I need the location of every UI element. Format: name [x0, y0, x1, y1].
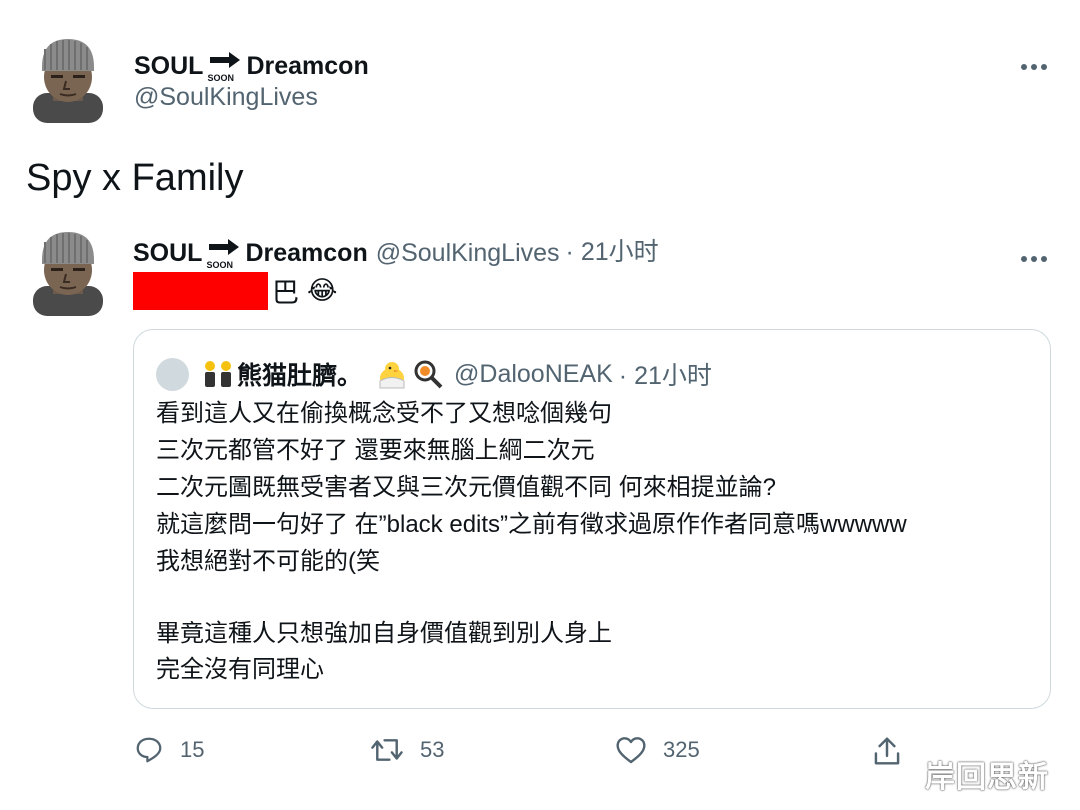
reply-text-char: 巴 [272, 278, 299, 308]
reply-author-name-right: Dreamcon [245, 239, 368, 267]
reply-text: 巴 😂 [133, 271, 337, 310]
reply-avatar[interactable] [33, 230, 103, 316]
quoted-author-name: 熊猫肚臍。 [237, 362, 363, 390]
author-name[interactable]: SOUL SOON Dreamcon [134, 45, 369, 83]
magnifier-icon [414, 360, 443, 389]
like-count: 325 [663, 737, 700, 762]
arrow-soon-icon: SOON [207, 51, 243, 83]
quoted-avatar [156, 357, 189, 391]
retweet-button[interactable]: 53 [370, 735, 444, 765]
soon-label: SOON [206, 260, 233, 270]
reply-count: 15 [180, 737, 205, 762]
tweet-text: Spy x Family [26, 157, 244, 199]
heart-icon [616, 737, 646, 764]
share-button[interactable] [872, 735, 918, 767]
quoted-author-handle: @DalooNEAK [454, 359, 613, 388]
soon-label: SOON [207, 73, 234, 83]
author-avatar[interactable] [33, 37, 103, 123]
author-name-left: SOUL [134, 52, 204, 80]
reply-button[interactable]: 15 [134, 735, 204, 765]
reply-author-name-left: SOUL [133, 239, 203, 267]
more-icon[interactable] [1020, 240, 1048, 271]
reply-icon [136, 737, 162, 763]
quoted-text-line: 我想絕對不可能的(笑 [156, 548, 380, 575]
quoted-author-line[interactable]: 熊猫肚臍。 @DalooNEAK · 21小时 [156, 356, 712, 392]
like-button[interactable]: 325 [615, 735, 700, 765]
author-handle[interactable]: @SoulKingLives [134, 83, 318, 112]
reply-timestamp[interactable]: · 21小时 [566, 232, 659, 268]
quoted-text-line: 就這麼問一句好了 在”black edits”之前有徵求過原作作者同意嗎wwww… [156, 511, 907, 538]
quoted-text-line: 畢竟這種人只想強加自身價值觀到別人身上 [156, 620, 612, 647]
quoted-text-line: 看到這人又在偷換概念受不了又想唸個幾句 [156, 400, 612, 427]
tears-of-joy-icon: 😂 [307, 275, 338, 305]
more-icon[interactable] [1020, 48, 1048, 79]
retweet-count: 53 [420, 737, 445, 762]
reply-author-handle[interactable]: @SoulKingLives [376, 239, 560, 268]
reply-author-line[interactable]: SOUL SOON Dreamcon @SoulKingLives · 21小时 [133, 232, 659, 270]
share-icon [874, 737, 900, 765]
quoted-text-line: 二次元圖既無受害者又與三次元價值觀不同 何來相提並論? [156, 474, 777, 501]
twins-icon [205, 361, 231, 387]
chick-icon [379, 362, 405, 389]
quoted-text-line: 三次元都管不好了 還要來無腦上綱二次元 [156, 437, 595, 464]
arrow-soon-icon: SOON [206, 238, 242, 270]
retweet-icon [371, 739, 403, 761]
author-name-right: Dreamcon [246, 52, 369, 80]
redaction-block [133, 271, 268, 310]
quoted-text-line: 完全沒有同理心 [156, 656, 324, 683]
watermark: 岸回思新 [925, 761, 1049, 794]
quoted-timestamp: · 21小时 [618, 362, 712, 390]
